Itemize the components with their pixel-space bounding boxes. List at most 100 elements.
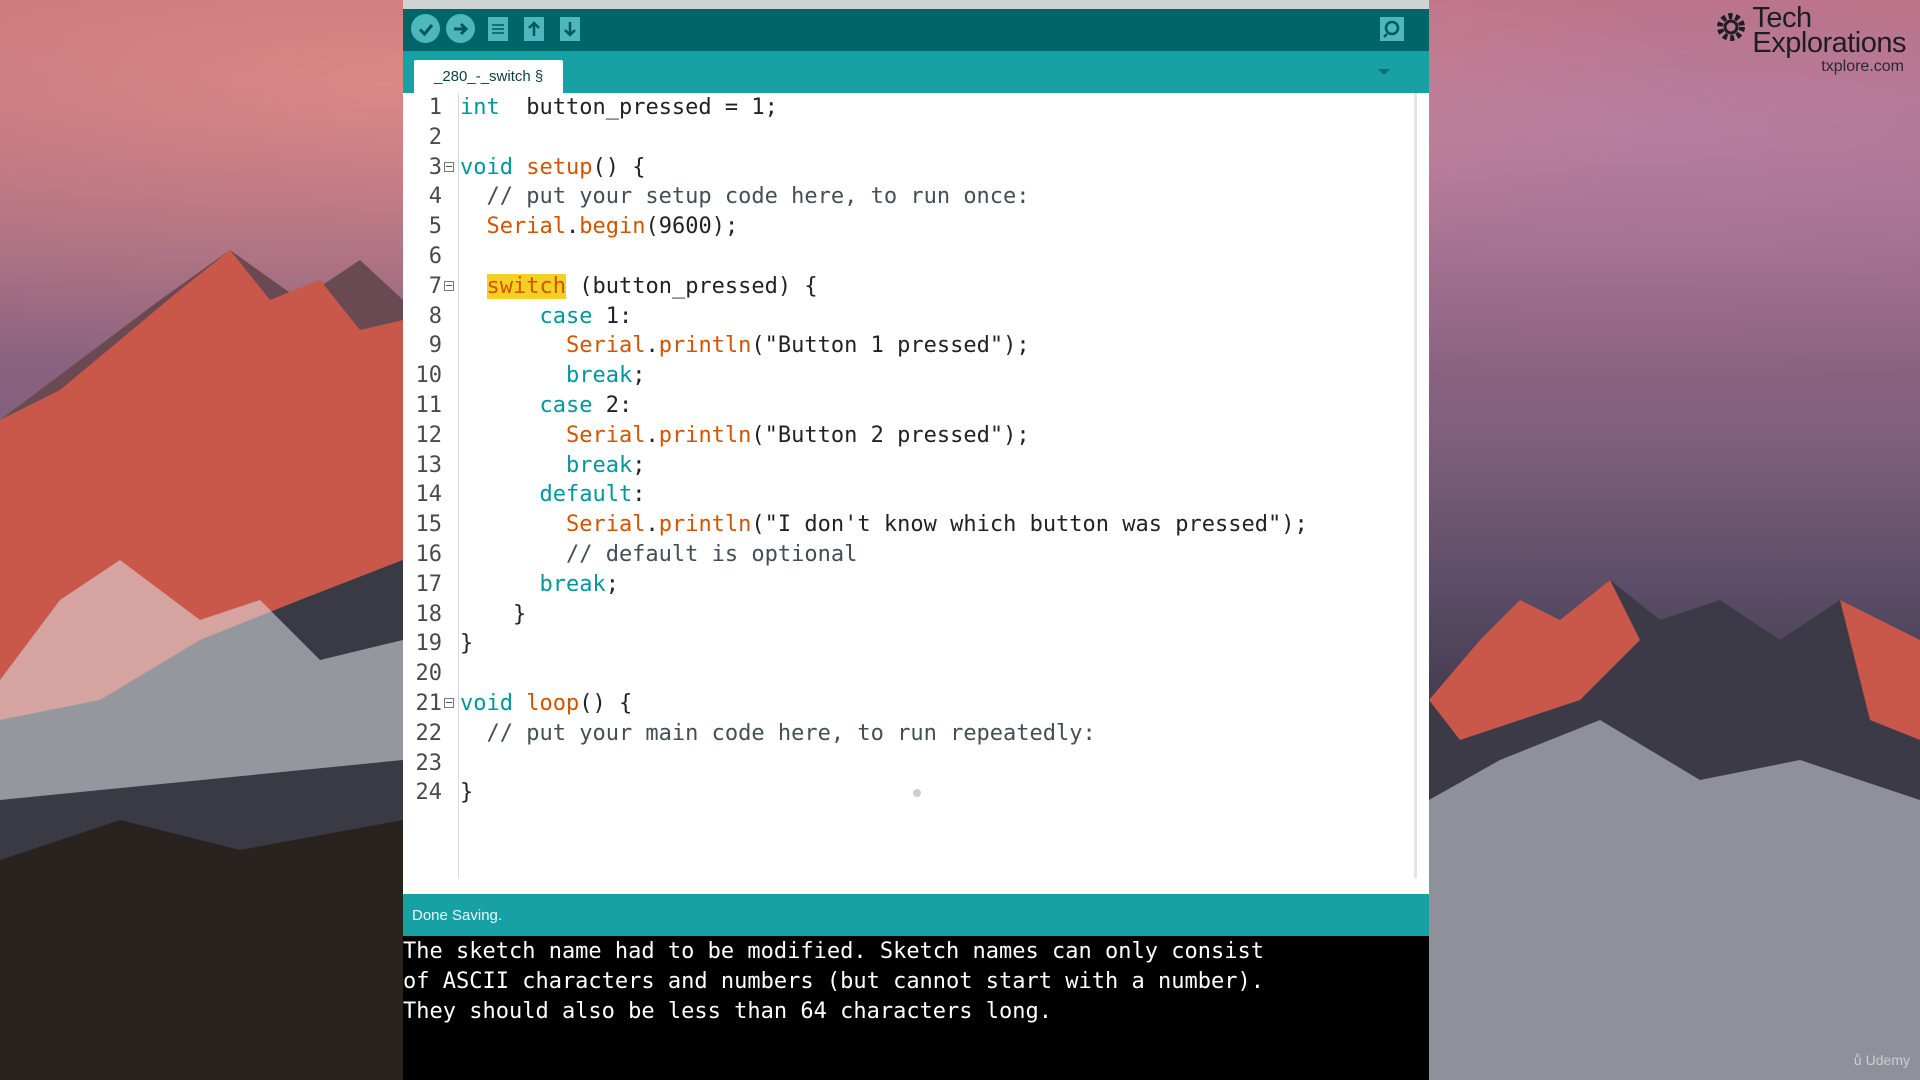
code-token: } — [460, 601, 527, 627]
code-line: 9 Serial.println("Button 1 pressed"); — [403, 331, 1403, 361]
code-line: 1 int button_pressed = 1; — [403, 93, 1403, 123]
fold-toggle-icon[interactable] — [444, 280, 454, 291]
line-number: 2 — [428, 124, 442, 150]
code-token: default — [539, 482, 633, 508]
code-line: 2 — [403, 123, 1403, 153]
line-number: 8 — [428, 303, 442, 329]
code-token: } — [460, 631, 474, 657]
tab-sketch[interactable]: _280_-_switch § — [414, 60, 564, 93]
fold-toggle-icon[interactable] — [444, 697, 454, 708]
code-token: () { — [592, 154, 646, 180]
code-text: void loop() { — [460, 689, 632, 719]
tab-bar: _280_-_switch § — [403, 51, 1429, 93]
open-button[interactable] — [519, 14, 548, 43]
code-token: break — [539, 571, 606, 597]
code-token: . — [645, 422, 659, 448]
code-token: println — [658, 422, 752, 448]
line-number: 10 — [415, 363, 443, 389]
console-line: The sketch name had to be modified. Sket… — [403, 939, 1264, 964]
new-button[interactable] — [483, 14, 512, 43]
code-token: break — [565, 363, 633, 389]
code-line: 4 // put your setup code here, to run on… — [403, 182, 1403, 212]
code-token: (9600); — [645, 214, 739, 240]
line-number: 21 — [415, 690, 443, 716]
save-button[interactable] — [555, 14, 584, 43]
serial-monitor-button[interactable] — [1377, 14, 1406, 43]
logo-line2: Explorations — [1752, 27, 1906, 59]
code-line: 19} — [403, 629, 1403, 659]
code-token: int — [460, 95, 500, 120]
pane-divider-handle[interactable] — [913, 789, 921, 797]
code-editor[interactable]: 1 int button_pressed = 1; 2 3 void setup() {… — [403, 93, 1429, 878]
code-line: 17 break; — [403, 570, 1403, 600]
fold-toggle-icon[interactable] — [444, 161, 454, 172]
line-number: 23 — [415, 750, 443, 776]
code-token: (button_pressed) { — [565, 273, 818, 299]
line-number: 5 — [428, 214, 442, 240]
code-line: 22 // put your main code here, to run re… — [403, 719, 1403, 749]
line-number: 11 — [415, 392, 443, 418]
arrow-up-icon — [523, 16, 544, 41]
code-text: // put your setup code here, to run once… — [460, 182, 1029, 212]
code-line: 8 case 1: — [403, 302, 1403, 332]
line-number: 15 — [415, 512, 443, 538]
code-line: 5 Serial.begin(9600); — [403, 212, 1403, 242]
upload-button[interactable] — [446, 14, 475, 43]
code-text: // default is optional — [460, 540, 857, 570]
code-line: 7 switch (button_pressed) { — [403, 272, 1403, 302]
code-token: ; — [632, 452, 646, 478]
line-number: 24 — [415, 780, 443, 806]
code-text: } — [460, 629, 473, 659]
code-token: : — [632, 482, 646, 508]
code-token: case — [539, 303, 593, 329]
code-token: ("Button 1 pressed"); — [751, 333, 1030, 359]
gear-icon — [1717, 13, 1746, 41]
code-token: . — [645, 333, 659, 359]
line-number: 16 — [415, 541, 443, 567]
editor-scrollbar[interactable] — [1414, 93, 1417, 878]
console-line: They should also be less than 64 charact… — [403, 998, 1053, 1024]
code-text: break; — [460, 570, 619, 600]
arduino-ide-window: _280_-_switch § 1 int button_pressed = 1;… — [403, 0, 1429, 1080]
code-token: break — [565, 452, 633, 478]
checkmark-icon — [418, 23, 433, 36]
code-text: break; — [460, 451, 645, 481]
code-text: Serial.begin(9600); — [460, 212, 739, 242]
code-text: Serial.println("Button 2 pressed"); — [460, 421, 1030, 451]
code-token: println — [658, 512, 752, 538]
code-token: ; — [605, 571, 619, 597]
code-line: 15 Serial.println("I don't know which bu… — [403, 510, 1403, 540]
line-number: 22 — [415, 720, 443, 746]
code-token: case — [539, 392, 593, 418]
code-text: Serial.println("I don't know which butto… — [460, 510, 1308, 540]
code-lines: 1 int button_pressed = 1; 2 3 void setup() {… — [403, 93, 1403, 808]
code-text: default: — [460, 480, 645, 510]
code-token: () { — [579, 690, 633, 716]
code-token: // default is optional — [460, 541, 858, 567]
tab-menu-button[interactable] — [1374, 64, 1394, 80]
tab-label: _280_-_switch § — [434, 68, 544, 85]
code-token: void — [460, 154, 513, 180]
code-text: break; — [460, 361, 645, 391]
tech-explorations-logo: Tech Explorations txplore.com — [1714, 4, 1906, 76]
code-text: } — [460, 778, 473, 808]
code-line: 10 break; — [403, 361, 1403, 391]
code-token: setup — [526, 154, 593, 180]
line-number: 7 — [428, 273, 442, 299]
code-token: } — [460, 780, 474, 806]
verify-button[interactable] — [411, 14, 440, 43]
code-text: Serial.println("Button 1 pressed"); — [460, 331, 1030, 361]
status-bar: Done Saving. — [403, 894, 1429, 936]
console-line: of ASCII characters and numbers (but can… — [403, 968, 1264, 994]
code-line: 20 — [403, 659, 1403, 689]
code-token: ("I don't know which button was pressed"… — [751, 512, 1308, 538]
code-token: Serial — [565, 512, 646, 538]
code-token: void — [460, 690, 513, 716]
line-number: 1 — [428, 95, 442, 120]
